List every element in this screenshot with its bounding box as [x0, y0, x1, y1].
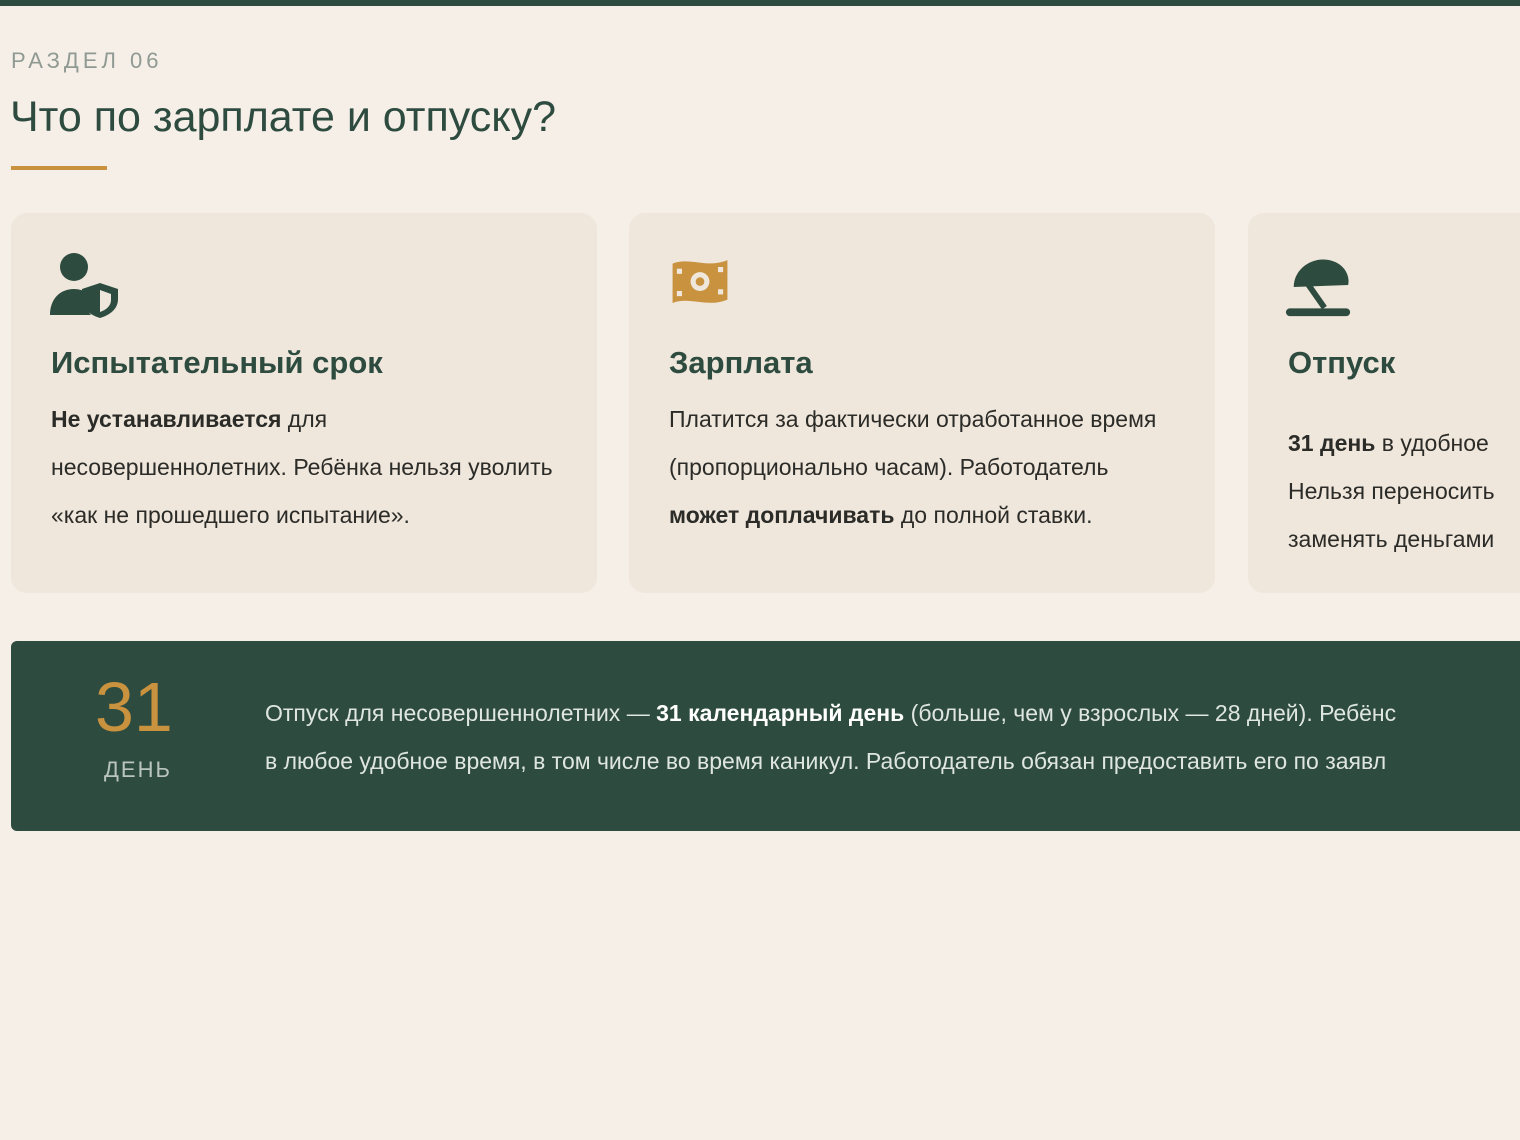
- card-title: Зарплата: [669, 345, 813, 380]
- card-text-part: Нельзя переносить: [1288, 478, 1495, 504]
- banner-text-part: Отпуск для несовершеннолетних —: [265, 700, 657, 726]
- card-text-part: в удобное: [1375, 430, 1489, 456]
- cards-row: Испытательный срок Не устанавливается дл…: [0, 213, 1520, 594]
- card-title: Отпуск: [1288, 345, 1396, 380]
- banner-number: 31: [95, 668, 173, 746]
- card-text-part: заменять деньгами: [1288, 526, 1495, 552]
- banner-text-bold: 31 календарный день: [656, 700, 905, 726]
- banner-unit: ДЕНЬ: [104, 757, 172, 782]
- card-salary: Зарплата Платится за фактически отработа…: [629, 213, 1215, 593]
- banner-text-part: в любое удобное время, в том числе во вр…: [265, 748, 1387, 774]
- vacation-banner: 31 ДЕНЬ Отпуск для несовершеннолетних — …: [11, 641, 1520, 831]
- user-shield-icon: [50, 253, 118, 318]
- card-text: Платится за фактически отработанное врем…: [669, 395, 1179, 539]
- money-bill-icon: [672, 260, 728, 303]
- banner-text: Отпуск для несовершеннолетних — 31 кален…: [265, 689, 1396, 785]
- card-text: 31 день в удобное Нельзя переносить замен…: [1288, 419, 1495, 563]
- umbrella-beach-icon: [1285, 259, 1351, 317]
- section-label: РАЗДЕЛ 06: [11, 48, 163, 73]
- card-text: Не устанавливается для несовершеннолетни…: [51, 395, 561, 539]
- title-underline: [11, 166, 107, 170]
- card-vacation: Отпуск 31 день в удобное Нельзя переноси…: [1248, 213, 1520, 593]
- card-text-bold: может доплачивать: [669, 502, 895, 528]
- page-title: Что по зарплате и отпуску?: [10, 93, 556, 141]
- card-text-part: до полной ставки.: [894, 502, 1093, 528]
- card-probation: Испытательный срок Не устанавливается дл…: [11, 213, 597, 593]
- top-accent-bar: [0, 0, 1520, 6]
- banner-text-part: (больше, чем у взрослых — 28 дней). Ребё…: [904, 700, 1397, 726]
- card-text-bold: Не устанавливается: [51, 406, 282, 432]
- card-text-part: Платится за фактически отработанное врем…: [669, 406, 1157, 480]
- card-text-bold: 31 день: [1288, 430, 1376, 456]
- card-title: Испытательный срок: [51, 345, 383, 380]
